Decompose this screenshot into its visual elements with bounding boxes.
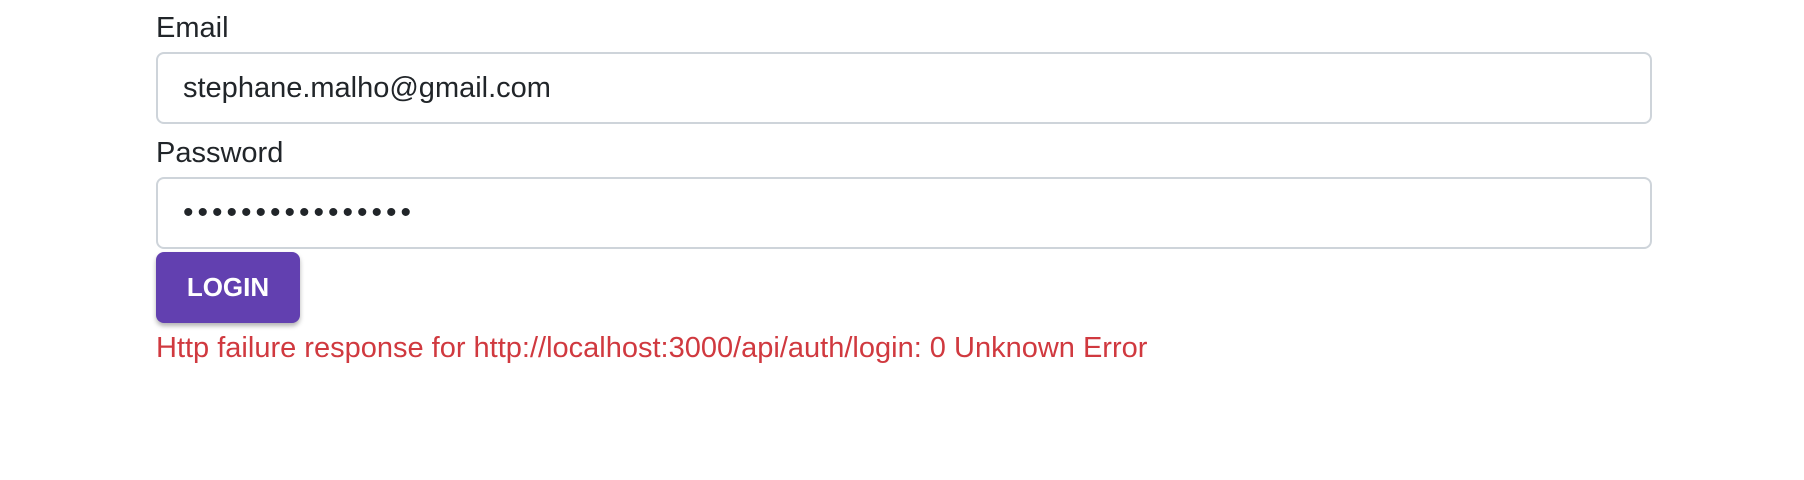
email-value: stephane.malho@gmail.com [183, 71, 551, 104]
login-button[interactable]: LOGIN [156, 252, 300, 323]
error-message: Http failure response for http://localho… [156, 332, 1148, 364]
email-label: Email [156, 12, 229, 44]
password-value: •••••••••••••••• [183, 196, 416, 229]
password-input[interactable]: •••••••••••••••• [156, 177, 1652, 249]
email-input[interactable]: stephane.malho@gmail.com [156, 52, 1652, 124]
password-label: Password [156, 137, 284, 169]
